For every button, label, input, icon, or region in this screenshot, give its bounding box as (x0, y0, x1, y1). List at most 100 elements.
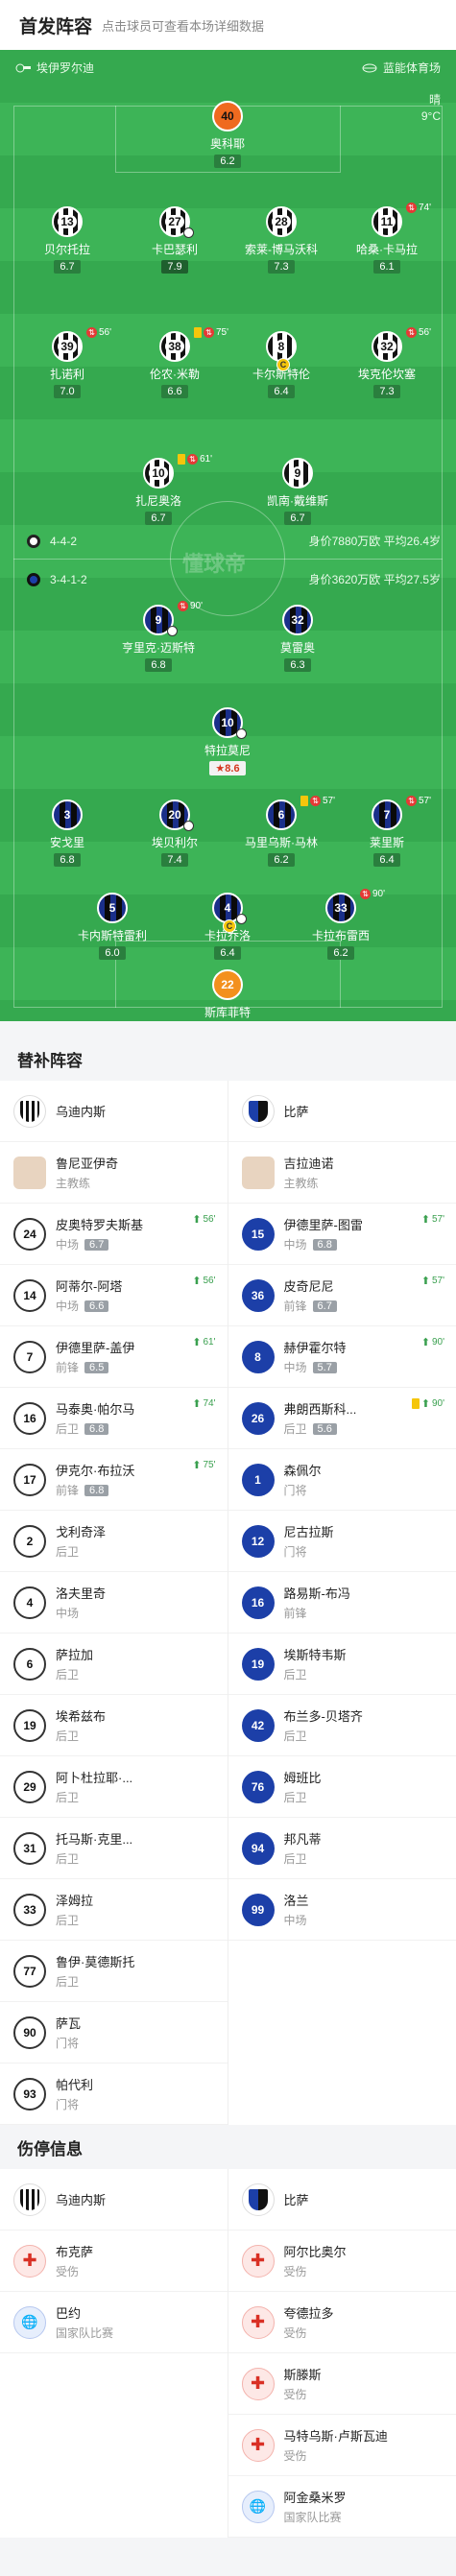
away-player[interactable]: 32莫雷奥6.3 (259, 605, 336, 673)
injury-row[interactable]: ✚夸德拉多受伤 (228, 2292, 456, 2353)
injury-row[interactable]: ✚布克萨受伤 (0, 2230, 228, 2292)
sub-player-row[interactable]: 15伊德里萨-图雷中场6.8⬆57' (228, 1204, 456, 1265)
substitution-icon: ⇅ (360, 889, 371, 899)
injury-row[interactable]: ✚阿尔比奥尔受伤 (228, 2230, 456, 2292)
away-formation: 3-4-1-2 (50, 573, 87, 586)
sub-player-row[interactable]: 99洛兰中场 (228, 1879, 456, 1941)
home-player[interactable]: 8C卡尔斯特伦6.4 (243, 331, 320, 399)
substitution-icon: ⇅ (187, 454, 198, 465)
sub-player-row[interactable]: 4洛夫里奇中场 (0, 1572, 228, 1634)
away-player[interactable]: 20埃贝利尔7.4 (136, 799, 213, 868)
away-player[interactable]: 6⇅57'马里乌斯·马林6.2 (243, 799, 320, 868)
sub-player-row[interactable]: 16路易斯-布冯前锋 (228, 1572, 456, 1634)
sub-player-row[interactable]: 19埃斯特韦斯后卫 (228, 1634, 456, 1695)
sub-player-row[interactable]: 26弗朗西斯科...后卫5.6⬆90' (228, 1388, 456, 1449)
sub-player-row[interactable]: 1森佩尔门将 (228, 1449, 456, 1511)
sub-player-row[interactable]: 16马泰奥·帕尔马后卫6.8⬆74' (0, 1388, 228, 1449)
sub-player-row[interactable]: 8赫伊霍尔特中场5.7⬆90' (228, 1326, 456, 1388)
sub-player-row[interactable]: 94邦凡蒂后卫 (228, 1818, 456, 1879)
home-player[interactable]: 40奥科耶6.2 (189, 101, 266, 169)
sub-player-position: 后卫 (284, 1789, 307, 1805)
jersey-number: 10 (149, 466, 167, 480)
sub-player-row[interactable]: 7伊德里萨-盖伊前锋6.5⬆61' (0, 1326, 228, 1388)
sub-in-tag: ⬆57' (421, 1213, 444, 1226)
sub-player-row[interactable]: 90萨瓦门将 (0, 2002, 228, 2063)
home-player[interactable]: 9凯南·戴维斯6.7 (259, 458, 336, 526)
injury-player-name: 夸德拉多 (284, 2303, 334, 2322)
sub-player-row[interactable]: 2戈利奇泽后卫 (0, 1511, 228, 1572)
sub-player-row[interactable]: 93帕代利门将 (0, 2063, 228, 2125)
home-player[interactable]: 38⇅75'伦农·米勒6.6 (136, 331, 213, 399)
event-tag: ⇅74' (406, 203, 431, 213)
sub-player-row[interactable]: 42布兰多-贝塔齐后卫 (228, 1695, 456, 1756)
injuries-right-list: ✚阿尔比奥尔受伤✚夸德拉多受伤✚斯滕斯受伤✚马特乌斯·卢斯瓦迪受伤🌐阿金桑米罗国… (228, 2230, 456, 2538)
sub-player-row[interactable]: 19埃希兹布后卫 (0, 1695, 228, 1756)
home-player[interactable]: 28索莱-博马沃科7.3 (243, 206, 320, 274)
injury-player-name: 巴约 (56, 2303, 113, 2322)
player-rating: 6.7 (284, 512, 310, 525)
sub-player-rating: 5.6 (313, 1423, 337, 1435)
sub-player-position: 门将 (56, 2035, 79, 2051)
away-player[interactable]: 33⇅90'卡拉布雷西6.2 (302, 893, 379, 961)
sub-player-row[interactable]: 17伊克尔·布拉沃前锋6.8⬆75' (0, 1449, 228, 1511)
jersey-icon: 76 (242, 1771, 275, 1803)
subs-left-coach[interactable]: 鲁尼亚伊奇主教练 (0, 1142, 228, 1204)
sub-player-row[interactable]: 31托马斯·克里...后卫 (0, 1818, 228, 1879)
injuries-left-team[interactable]: 乌迪内斯 (0, 2169, 228, 2230)
player-rating: 6.0 (99, 946, 125, 960)
away-player[interactable]: 9⇅90'亨里克·迈斯特6.8 (120, 605, 197, 673)
subs-right-coach[interactable]: 吉拉迪诺主教练 (228, 1142, 456, 1204)
away-player[interactable]: 10特拉莫尼★8.6 (189, 707, 266, 776)
home-player[interactable]: 32⇅56'埃克伦坎塞7.3 (348, 331, 425, 399)
injuries-right-team[interactable]: 比萨 (228, 2169, 456, 2230)
sub-player-row[interactable]: 24皮奥特罗夫斯基中场6.7⬆56' (0, 1204, 228, 1265)
injury-row[interactable]: 🌐巴约国家队比赛 (0, 2292, 228, 2353)
jersey-number: 27 (165, 215, 183, 228)
weather-condition: 晴 (421, 92, 441, 108)
jersey-icon: 28 (266, 206, 297, 237)
home-player[interactable]: 11⇅74'哈桑·卡马拉6.1 (348, 206, 425, 274)
home-player[interactable]: 27卡巴瑟利7.9 (136, 206, 213, 274)
sub-player-name: 鲁伊·莫德斯托 (56, 1952, 134, 1970)
jersey-number: 9 (292, 466, 304, 480)
player-rating: 6.4 (268, 385, 294, 398)
sub-player-row[interactable]: 12尼古拉斯门将 (228, 1511, 456, 1572)
jersey-number: 22 (221, 978, 233, 991)
home-player[interactable]: 13贝尔托拉6.7 (29, 206, 106, 274)
jersey-icon: 13 (52, 206, 83, 237)
sub-player-row[interactable]: 29阿卜杜拉耶·...后卫 (0, 1756, 228, 1818)
sub-player-row[interactable]: 6萨拉加后卫 (0, 1634, 228, 1695)
away-player[interactable]: 7⇅57'莱里斯6.4 (348, 799, 425, 868)
subs-grid: 乌迪内斯 鲁尼亚伊奇主教练 24皮奥特罗夫斯基中场6.7⬆56'14阿蒂尔-阿塔… (0, 1081, 456, 2125)
sub-player-row[interactable]: 36皮奇尼尼前锋6.7⬆57' (228, 1265, 456, 1326)
sub-in-arrow-icon: ⬆ (421, 1336, 430, 1348)
sub-player-row[interactable]: 76姆班比后卫 (228, 1756, 456, 1818)
subs-left-team[interactable]: 乌迪内斯 (0, 1081, 228, 1142)
injury-row[interactable]: 🌐阿金桑米罗国家队比赛 (228, 2476, 456, 2538)
home-player[interactable]: 39⇅56'扎诺利7.0 (29, 331, 106, 399)
jersey-icon: 27 (159, 206, 190, 237)
jersey-icon: 16 (13, 1402, 46, 1435)
player-name: 马里乌斯·马林 (243, 834, 320, 850)
away-player[interactable]: 22斯库菲特6.9 (189, 969, 266, 1021)
event-tag: ⇅56' (406, 327, 431, 338)
coach-avatar (242, 1157, 275, 1189)
sub-player-row[interactable]: 14阿蒂尔-阿塔中场6.6⬆56' (0, 1265, 228, 1326)
injury-row[interactable]: ✚马特乌斯·卢斯瓦迪受伤 (228, 2415, 456, 2476)
subs-right-team[interactable]: 比萨 (228, 1081, 456, 1142)
away-player[interactable]: 3安戈里6.8 (29, 799, 106, 868)
event-minute: 57' (419, 796, 431, 806)
sub-player-row[interactable]: 77鲁伊·莫德斯托后卫 (0, 1941, 228, 2002)
subs-left-team-name: 乌迪内斯 (56, 1102, 106, 1120)
jersey-number: 3 (64, 808, 71, 822)
away-player[interactable]: 5卡内斯特雷利6.0 (74, 893, 151, 961)
jersey-number: 33 (334, 901, 347, 915)
sub-in-minute: 57' (432, 1276, 444, 1286)
sub-in-tag: ⬆56' (192, 1213, 215, 1226)
injury-row[interactable]: ✚斯滕斯受伤 (228, 2353, 456, 2415)
sub-player-row[interactable]: 33泽姆拉后卫 (0, 1879, 228, 1941)
jersey-number: 10 (221, 716, 233, 729)
jersey-icon: 93 (13, 2078, 46, 2111)
away-player[interactable]: 4C卡拉乔洛6.4 (189, 893, 266, 961)
home-player[interactable]: 10⇅61'扎尼奥洛6.7 (120, 458, 197, 526)
